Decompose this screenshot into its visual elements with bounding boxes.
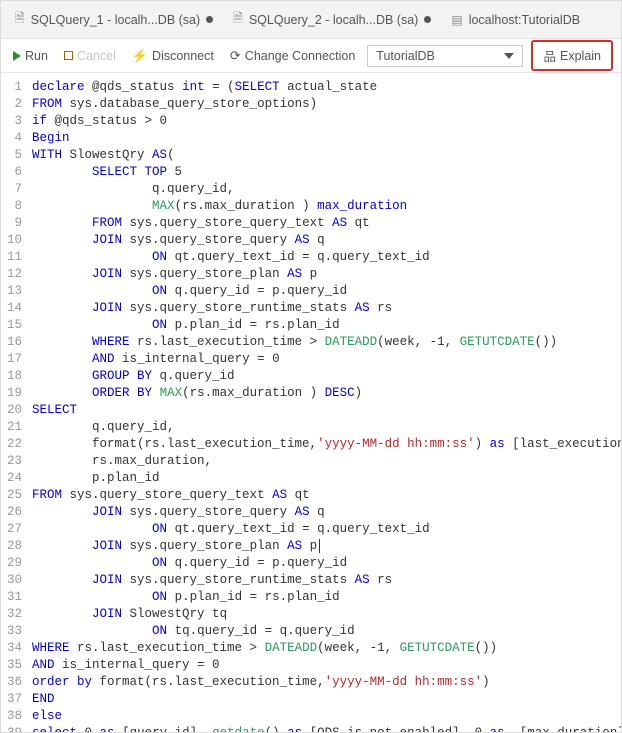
change-connection-label: Change Connection (245, 49, 356, 63)
disconnect-button[interactable]: ⚡ Disconnect (128, 46, 218, 66)
explain-highlight-box: 品 Explain (531, 40, 613, 71)
server-icon: ▤ (451, 13, 462, 27)
cancel-button[interactable]: Cancel (60, 47, 120, 65)
tab-server-dashboard[interactable]: ▤ localhost:TutorialDB (441, 1, 590, 38)
play-icon (13, 51, 21, 61)
explain-plan-icon: 品 (543, 46, 556, 65)
tab-label: SQLQuery_2 - localh...DB (sa) (249, 13, 419, 27)
run-button[interactable]: Run (9, 47, 52, 65)
explain-button[interactable]: 品 Explain (535, 43, 609, 68)
disconnect-icon: ⚡ (132, 48, 148, 64)
query-toolbar: Run Cancel ⚡ Disconnect ⟳ Change Connect… (1, 39, 621, 73)
tab-label: localhost:TutorialDB (469, 13, 580, 27)
file-icon: 🗎 (233, 9, 243, 30)
code-editor[interactable]: 1 2 3 4 5 6 7 8 9 10 11 12 13 14 15 16 1… (1, 73, 621, 732)
cancel-label: Cancel (77, 49, 116, 63)
editor-tabs: 🗎 SQLQuery_1 - localh...DB (sa) 🗎 SQLQue… (1, 1, 621, 39)
run-label: Run (25, 49, 48, 63)
tab-sqlquery-1[interactable]: 🗎 SQLQuery_1 - localh...DB (sa) (5, 1, 223, 38)
database-select[interactable]: TutorialDB (367, 45, 523, 67)
tab-sqlquery-2[interactable]: 🗎 SQLQuery_2 - localh...DB (sa) (223, 1, 441, 38)
explain-label: Explain (560, 49, 601, 63)
code-content[interactable]: declare @qds_status int = (SELECT actual… (32, 73, 621, 732)
chevron-down-icon (504, 53, 514, 59)
dirty-dot-icon (206, 16, 213, 23)
line-number-gutter: 1 2 3 4 5 6 7 8 9 10 11 12 13 14 15 16 1… (1, 73, 32, 732)
tab-label: SQLQuery_1 - localh...DB (sa) (31, 13, 201, 27)
stop-icon (64, 51, 73, 60)
file-icon: 🗎 (15, 9, 25, 30)
change-connection-button[interactable]: ⟳ Change Connection (226, 46, 359, 66)
disconnect-label: Disconnect (152, 49, 214, 63)
dirty-dot-icon (424, 16, 431, 23)
database-selected-value: TutorialDB (376, 49, 435, 63)
change-connection-icon: ⟳ (230, 48, 241, 64)
